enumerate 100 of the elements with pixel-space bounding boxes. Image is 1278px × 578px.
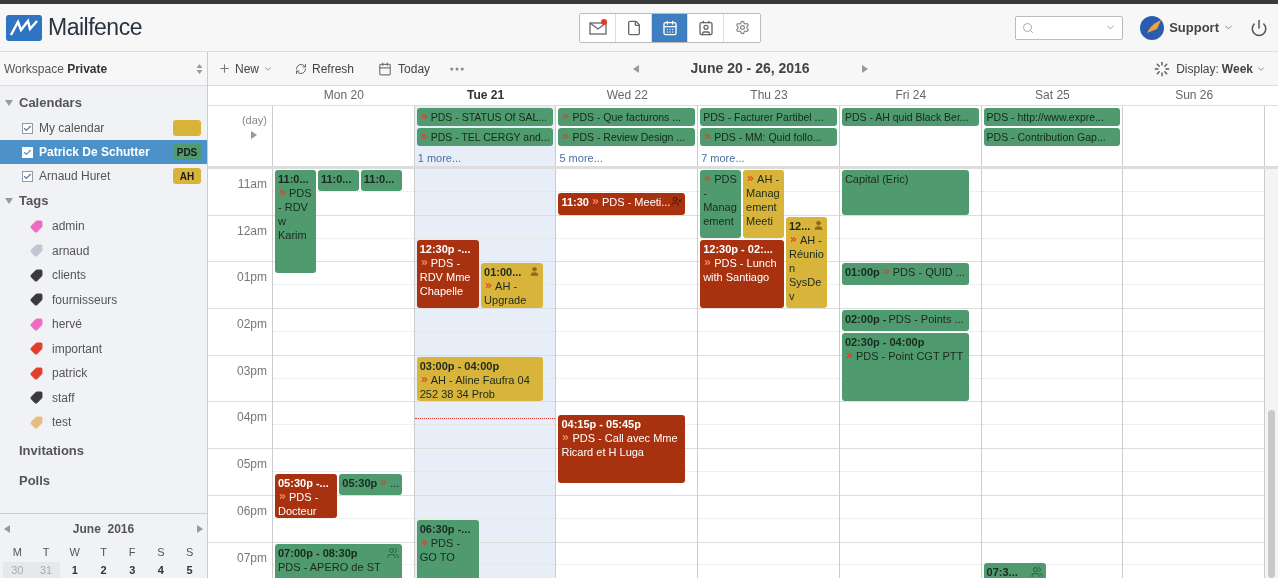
all-day-event[interactable]: PDS - Que facturons ... — [558, 108, 696, 126]
avatar-icon — [1139, 14, 1166, 41]
logo-icon — [6, 14, 42, 41]
all-day-event[interactable]: PDS - http://www.expre... — [983, 108, 1121, 126]
tag-item[interactable]: staff — [0, 385, 207, 410]
calendar-event[interactable]: 05:30p ... — [339, 473, 402, 495]
day-header[interactable]: Wed 22 — [556, 86, 699, 105]
calendar-event[interactable]: 11:30 PDS - Meeti... — [558, 193, 686, 215]
new-button[interactable]: New — [218, 59, 273, 78]
calendar-event[interactable]: 11:0... PDS - RDV w Karim — [275, 170, 316, 274]
person-icon — [529, 266, 541, 278]
refresh-button[interactable]: Refresh — [295, 59, 355, 78]
tag-item[interactable]: test — [0, 410, 207, 435]
calendar-event[interactable]: PDS - Management — [700, 170, 742, 239]
weekday-label: S — [184, 544, 195, 560]
weekday-label: W — [68, 544, 81, 560]
calendar-item[interactable]: Patrick De Schutter PDS — [0, 140, 207, 164]
day-number[interactable]: 1 — [60, 561, 90, 578]
tag-item[interactable]: fournisseurs — [0, 287, 207, 312]
tag-item[interactable]: important — [0, 336, 207, 361]
weekday-label: M — [11, 544, 23, 560]
display-menu[interactable]: Display: Week — [1176, 59, 1266, 78]
day-header[interactable]: Fri 24 — [839, 86, 982, 105]
calendar-event[interactable]: 01:00p PDS - QUID ... — [841, 263, 969, 285]
scrollbar-thumb[interactable] — [1268, 410, 1276, 578]
tag-item[interactable]: hervé — [0, 312, 207, 337]
people-icon — [386, 546, 399, 559]
search-field[interactable] — [1015, 15, 1124, 40]
plus-icon — [218, 62, 231, 75]
tag-item[interactable]: admin — [0, 214, 207, 239]
more-events-link[interactable]: 1 more... — [416, 150, 554, 167]
sort-arrows-icon[interactable] — [196, 62, 203, 75]
all-day-event[interactable]: PDS - Contribution Gap... — [983, 128, 1121, 146]
hour-label: 04pm — [236, 409, 267, 424]
all-day-event[interactable]: PDS - STATUS Of SAL... — [416, 108, 554, 126]
day-number[interactable]: 4 — [146, 561, 176, 578]
calendar-event[interactable]: 12... AH - Réunion SysDev — [785, 216, 827, 309]
calendar-event[interactable]: 07:3... — [983, 563, 1046, 578]
hour-label: 02pm — [236, 316, 267, 331]
calendar-event[interactable]: AH - Management Meeti — [743, 170, 784, 239]
more-events-link[interactable]: 5 more... — [558, 150, 696, 167]
calendar-event[interactable]: 11:0... — [360, 170, 402, 192]
account-menu[interactable]: Support — [1139, 14, 1234, 41]
calendar-event[interactable]: Capital (Eric) — [841, 170, 969, 215]
weekday-label: S — [156, 544, 166, 560]
previous-week-icon[interactable] — [632, 64, 639, 73]
all-day-event[interactable]: PDS - TEL CERGY and... — [416, 128, 554, 146]
checkbox[interactable] — [22, 170, 33, 182]
app-switch-tab[interactable] — [652, 13, 688, 42]
calendar-event[interactable]: 04:15p - 05:45p PDS - Call avec Mme Ricard et H Luga — [558, 415, 686, 484]
tag-item[interactable]: patrick — [0, 361, 207, 386]
calendar-event[interactable]: 02:00p - PDS - Points ... — [841, 310, 969, 332]
next-month-icon[interactable] — [197, 524, 203, 533]
tag-item[interactable]: clients — [0, 263, 207, 288]
calendar-item[interactable]: Arnaud Huret AH — [0, 164, 207, 188]
checkbox[interactable] — [22, 122, 33, 134]
calendar-event[interactable]: 12:30p - 02:... PDS - Lunch with Santiago — [700, 240, 784, 309]
app-switch-tab[interactable] — [580, 13, 616, 42]
weekday-label: T — [99, 544, 108, 560]
all-day-event[interactable]: PDS - Facturer Partibel ... — [700, 108, 837, 126]
sidebar-link[interactable]: Invitations — [0, 436, 207, 465]
calendar-event[interactable]: 06:30p -... PDS - GO TO — [416, 520, 480, 578]
day-header[interactable]: Sun 26 — [1123, 86, 1266, 105]
day-number[interactable]: 3 — [117, 561, 147, 578]
expand-arrow-icon[interactable] — [251, 130, 257, 139]
more-events-link[interactable]: 7 more... — [700, 150, 837, 167]
calendar-event[interactable]: 11:0... — [317, 170, 359, 192]
calendar-event[interactable]: 03:00p - 04:00p AH - Aline Faufra 04 252 38 34 Prob — [416, 356, 544, 402]
calendar-event[interactable]: 05:30p -... PDS - Docteur — [275, 473, 338, 519]
day-header[interactable]: Thu 23 — [698, 86, 840, 105]
calendar-event[interactable]: 02:30p - 04:00p PDS - Point CGT PTT — [841, 333, 969, 402]
day-header[interactable]: Tue 21 — [414, 86, 557, 105]
tag-item[interactable]: arnaud — [0, 238, 207, 263]
person-cross-icon — [671, 196, 683, 208]
all-day-event[interactable]: PDS - AH quid Black Ber... — [841, 108, 979, 126]
previous-month-icon[interactable] — [4, 524, 10, 533]
calendar-event[interactable]: 12:30p -... PDS - RDV Mme Chapelle — [416, 240, 480, 309]
sidebar-link[interactable]: Polls — [0, 466, 207, 495]
calendar-event[interactable]: 01:00... AH - Upgrade — [481, 263, 544, 309]
calendar-color-badge: AH — [173, 168, 201, 184]
date-range: June 20 - 26, 2016 — [690, 59, 810, 78]
all-day-event[interactable]: PDS - Review Design ... — [558, 128, 696, 146]
day-header[interactable]: Sat 25 — [981, 86, 1124, 105]
day-number[interactable]: 2 — [89, 561, 118, 578]
calendar-event[interactable]: 07:00p - 08:30p PDS - APERO de ST — [275, 543, 402, 578]
calendar-icon — [378, 61, 393, 76]
day-number[interactable]: 5 — [175, 561, 204, 578]
next-week-icon[interactable] — [861, 64, 868, 73]
collapse-triangle-icon[interactable] — [5, 100, 13, 106]
calendar-item[interactable]: My calendar — [0, 116, 207, 140]
people-icon — [1030, 566, 1043, 578]
weekday-label: T — [41, 544, 51, 560]
power-icon[interactable] — [1250, 18, 1268, 37]
all-day-event[interactable]: PDS - MM: Quid follo... — [700, 128, 837, 146]
hour-label: 07pm — [236, 549, 267, 564]
hour-label: 03pm — [236, 362, 267, 377]
weekday-label: F — [127, 544, 137, 560]
day-header[interactable]: Mon 20 — [273, 86, 415, 105]
collapse-triangle-icon[interactable] — [5, 198, 13, 204]
today-button[interactable]: Today — [378, 59, 431, 78]
